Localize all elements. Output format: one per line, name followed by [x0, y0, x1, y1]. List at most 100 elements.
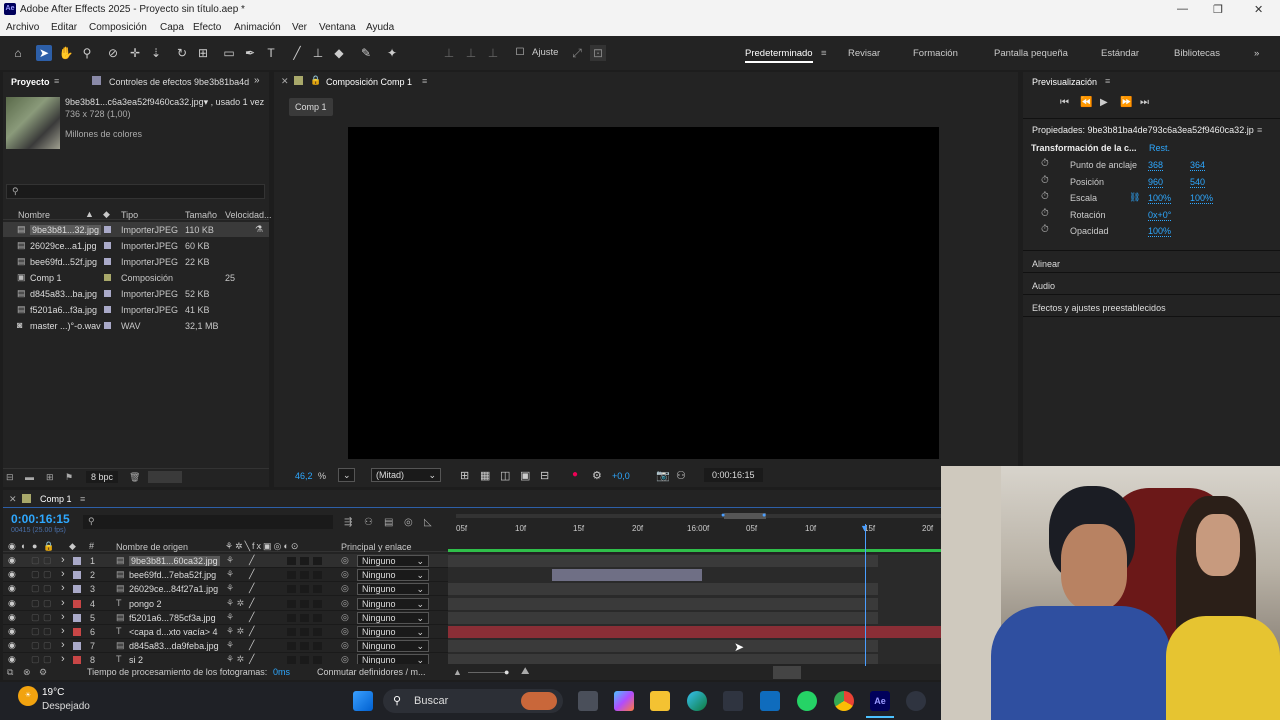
orbit-tool-icon[interactable]: ⊘ — [105, 45, 121, 61]
after-effects-taskbar-icon[interactable]: Ae — [870, 691, 890, 711]
eye-icon[interactable]: ◉ — [8, 583, 16, 594]
solo-toggle[interactable]: ▢ — [43, 626, 52, 637]
solo-toggle[interactable]: ▢ — [43, 598, 52, 609]
project-item[interactable]: ◙ master ...)°-o.wav WAV 32,1 MB — [3, 318, 269, 333]
workspace-menu-icon[interactable]: ≡ — [821, 48, 827, 59]
flowchart-icon[interactable]: ⚗ — [255, 224, 263, 235]
solo-toggle[interactable]: ▢ — [43, 640, 52, 651]
project-tab-menu-icon[interactable]: ≡ — [54, 76, 59, 86]
shy-switch-icon[interactable]: ⚘ — [226, 640, 234, 651]
layer-row[interactable]: ◉ ▢ ▢ › 6 T <capa d...xto vacía> 4 ⚘ ✲ ╱ ◎ Ninguno… — [3, 625, 448, 639]
fast-previews-icon[interactable]: ⊞ — [460, 469, 469, 482]
switch-box[interactable] — [300, 656, 309, 664]
property-value-2[interactable]: 540 — [1190, 177, 1206, 188]
expand-chevron-icon[interactable]: › — [61, 639, 65, 651]
switch-box[interactable] — [300, 557, 309, 565]
pick-whip-icon[interactable]: ◎ — [341, 612, 349, 623]
quality-switch-icon[interactable]: ╱ — [249, 626, 254, 637]
interpret-footage-icon[interactable]: ⊟ — [6, 472, 14, 483]
col-parent-link[interactable]: Principal y enlace — [341, 542, 412, 552]
switch-box[interactable] — [313, 571, 322, 580]
comp-subtab[interactable]: Comp 1 — [289, 98, 333, 116]
motion-blur-icon[interactable]: ◎ — [404, 517, 413, 528]
switch-box[interactable] — [313, 599, 322, 608]
toggle-switches-modes[interactable]: Conmutar definidores / m... — [317, 667, 426, 677]
workspace-formacion[interactable]: Formación — [913, 48, 958, 59]
whatsapp-icon[interactable] — [797, 691, 817, 711]
layer-duration-bar[interactable] — [448, 583, 878, 596]
layer-row[interactable]: ◉ ▢ ▢ › 2 ▤ bee69fd...7eba52f.jpg ⚘ ╱ ◎ Ninguno ⌄ — [3, 568, 448, 583]
expand-chevron-icon[interactable]: › — [61, 653, 65, 664]
solo-toggle[interactable]: ▢ — [43, 612, 52, 623]
menu-efecto[interactable]: Efecto — [193, 22, 221, 33]
switch-box[interactable] — [313, 557, 322, 565]
switch-box[interactable] — [300, 571, 309, 580]
workspace-predeterminado[interactable]: Predeterminado — [745, 48, 813, 63]
layer-label-swatch[interactable] — [73, 656, 81, 664]
zoom-out-icon[interactable]: ▲ — [453, 667, 462, 677]
layer-name[interactable]: f5201a6...785cf3a.jpg — [129, 613, 216, 623]
switch-box[interactable] — [313, 628, 322, 636]
snapshot-icon[interactable]: 📷 — [656, 469, 670, 482]
switch-box[interactable] — [287, 656, 296, 664]
layer-duration-bar[interactable] — [448, 626, 941, 638]
quality-switch-icon[interactable]: ╱ — [249, 612, 254, 623]
graph-editor-icon[interactable]: ◺ — [424, 517, 432, 528]
property-value-1[interactable]: 100% — [1148, 193, 1172, 205]
quality-switch-icon[interactable]: ╱ — [249, 569, 254, 580]
workspace-more-icon[interactable]: » — [1254, 48, 1259, 59]
switch-box[interactable] — [313, 656, 322, 664]
timeline-zoom-slider[interactable] — [468, 672, 508, 673]
layer-label-swatch[interactable] — [73, 628, 81, 636]
label-color-swatch[interactable] — [104, 258, 111, 265]
audio-toggle[interactable]: ▢ — [31, 654, 40, 664]
workspace-bibliotecas[interactable]: Bibliotecas — [1174, 48, 1220, 59]
color-channels-icon[interactable]: ● — [572, 469, 578, 480]
work-area-range[interactable] — [724, 513, 766, 519]
switch-box[interactable] — [313, 585, 322, 594]
workspace-estandar[interactable]: Estándar — [1101, 48, 1139, 59]
layer-label-swatch[interactable] — [73, 557, 81, 565]
switch-box[interactable] — [287, 613, 296, 622]
work-area-end-icon[interactable]: ● — [762, 512, 766, 519]
expand-chevron-icon[interactable]: › — [61, 611, 65, 623]
stopwatch-icon[interactable]: ⏱ — [1041, 224, 1049, 235]
region-of-interest-icon[interactable]: ▣ — [520, 469, 530, 482]
switch-box[interactable] — [300, 628, 309, 636]
layer-name[interactable]: d845a83...da9feba.jpg — [129, 641, 219, 651]
play-icon[interactable]: ▶ — [1100, 97, 1108, 108]
frame-blending-icon[interactable]: ▤ — [384, 517, 393, 528]
audio-toggle[interactable]: ▢ — [31, 612, 40, 623]
audio-toggle[interactable]: ▢ — [31, 555, 40, 566]
transform-section[interactable]: Transformación de la c... — [1031, 143, 1137, 153]
layer-name[interactable]: 26029ce...84f27a1.jpg — [129, 584, 218, 594]
eye-icon[interactable]: ◉ — [8, 640, 16, 651]
switch-box[interactable] — [300, 585, 309, 594]
expand-chevron-icon[interactable]: › — [61, 554, 65, 566]
close-timeline-icon[interactable]: ✕ — [9, 494, 17, 505]
mask-visibility-icon[interactable]: ◫ — [500, 469, 510, 482]
world-axis-icon[interactable]: ⊥ — [463, 45, 479, 61]
label-color-swatch[interactable] — [104, 226, 111, 233]
view-axis-icon[interactable]: ⊥ — [485, 45, 501, 61]
menu-capa[interactable]: Capa — [160, 22, 184, 33]
layer-duration-bar[interactable] — [448, 555, 878, 567]
zoom-in-icon[interactable]: ⛰ — [521, 666, 529, 677]
chrome-icon[interactable] — [834, 691, 854, 711]
workspace-revisar[interactable]: Revisar — [848, 48, 880, 59]
switch-box[interactable] — [287, 585, 296, 594]
pick-whip-icon[interactable]: ◎ — [341, 555, 349, 566]
zoom-tool-icon[interactable]: ⚲ — [79, 45, 95, 61]
layer-duration-bar[interactable] — [552, 569, 702, 582]
type-tool-icon[interactable]: T — [263, 45, 279, 61]
menu-animacion[interactable]: Animación — [234, 22, 281, 33]
layer-label-swatch[interactable] — [73, 599, 81, 608]
switch-box[interactable] — [300, 599, 309, 608]
zoom-slider-handle-icon[interactable]: ● — [504, 667, 509, 677]
layer-row[interactable]: ◉ ▢ ▢ › 5 ▤ f5201a6...785cf3a.jpg ⚘ ╱ ◎ Ninguno ⌄ — [3, 611, 448, 625]
layer-label-swatch[interactable] — [73, 642, 81, 651]
project-settings-icon[interactable]: ⚑ — [65, 472, 73, 483]
label-color-swatch[interactable] — [104, 242, 111, 249]
home-icon[interactable]: ⌂ — [10, 45, 26, 61]
rotate-tool-icon[interactable]: ↻ — [174, 45, 190, 61]
